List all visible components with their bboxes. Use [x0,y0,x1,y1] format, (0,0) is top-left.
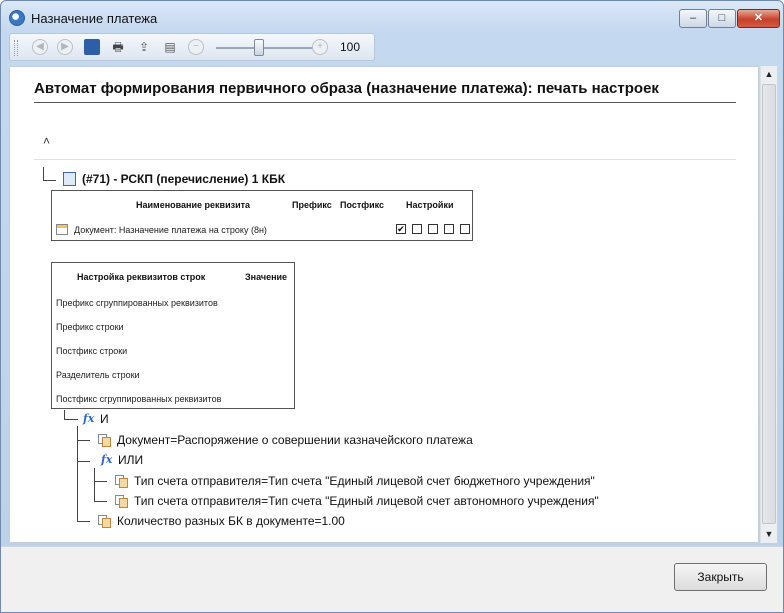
table-row: Префикс строки [56,322,124,332]
and-label: И [100,412,109,426]
column-header-setting: Настройка реквизитов строк [77,272,206,282]
column-header-postfix: Постфикс [340,200,385,210]
grid-icon [56,224,68,235]
zoom-slider-track[interactable] [216,47,316,49]
vertical-scrollbar[interactable]: ▲ ▼ [760,66,777,543]
app-icon [9,10,25,26]
condition-icon [98,515,112,528]
function-icon: fx [83,412,95,425]
function-icon: fx [101,453,113,466]
tree-line [43,167,44,181]
minimize-button[interactable]: – [679,9,707,28]
scrollbar-thumb[interactable] [762,84,776,524]
tree-line [94,501,107,502]
condition-item: Количество разных БК в документе=1.00 [117,514,345,528]
tree-line [77,461,90,462]
scroll-up-icon[interactable]: ▲ [761,66,777,82]
settings-checkbox[interactable]: ✔ [396,224,406,234]
page-setup-icon[interactable]: ▤ [162,39,178,55]
zoom-in-icon[interactable]: + [312,39,328,55]
condition-item: Тип счета отправителя=Тип счета "Единый … [134,474,595,488]
tree-line [94,468,95,502]
tree-line [77,521,90,522]
report-toolbar: ◀ ▶ 🖶 ⇪ ▤ − + 100 [9,33,375,61]
column-header-value: Значение [245,272,288,282]
zoom-value: 100 [340,40,361,54]
dialog-footer: Закрыть [1,546,783,612]
zoom-slider-thumb[interactable] [254,39,264,56]
title-bar: Назначение платежа – □ ✕ [1,1,783,33]
or-label: ИЛИ [118,453,144,467]
settings-checkbox[interactable] [428,224,438,234]
settings-checkbox[interactable] [460,224,470,234]
table-row: Префикс сгруппированных реквизитов [56,298,218,308]
node-title: (#71) - РСКП (перечисление) 1 КБК [82,172,286,186]
payment-purpose-window: Назначение платежа – □ ✕ ◀ ▶ 🖶 ⇪ ▤ − + 1… [0,0,784,613]
section-divider [34,159,736,160]
column-header-settings: Настройки [406,200,454,210]
tree-line [64,419,78,420]
close-button[interactable]: Закрыть [674,563,767,591]
document-icon [63,172,76,186]
condition-icon [115,475,129,488]
window-title: Назначение платежа [31,11,158,26]
settings-checkbox[interactable] [444,224,454,234]
condition-icon [115,495,129,508]
tree-line [94,481,107,482]
back-icon[interactable]: ◀ [32,39,48,55]
zoom-out-icon[interactable]: − [188,39,204,55]
maximize-button[interactable]: □ [708,9,736,28]
table-row: Разделитель строки [56,370,140,380]
column-header-attribute: Наименование реквизита [136,200,251,210]
tree-line [77,440,90,441]
title-divider [34,102,736,103]
condition-icon [98,434,112,447]
condition-item: Тип счета отправителя=Тип счета "Единый … [134,494,599,508]
condition-item: Документ=Распоряжение о совершении казна… [117,433,473,447]
close-window-button[interactable]: ✕ [737,9,780,28]
collapse-chevron-icon[interactable]: ˄ [43,134,50,148]
row-settings-table: Настройка реквизитов строк Значение Преф… [51,262,295,409]
settings-checkbox[interactable] [412,224,422,234]
report-content: Автомат формирования первичного образа (… [9,66,759,543]
forward-icon[interactable]: ▶ [57,39,73,55]
table-row: Постфикс сгруппированных реквизитов [56,394,222,404]
attributes-table: Наименование реквизита Префикс Постфикс … [51,190,473,241]
save-icon[interactable] [84,39,100,55]
tree-line [43,180,56,181]
table-row: Документ: Назначение платежа на строку (… [74,225,267,235]
toolbar-grip-icon[interactable] [14,40,18,56]
export-icon[interactable]: ⇪ [136,39,152,55]
scroll-down-icon[interactable]: ▼ [761,526,777,542]
column-header-prefix: Префикс [292,200,332,210]
print-icon[interactable]: 🖶 [110,39,126,55]
table-row: Постфикс строки [56,346,128,356]
report-title: Автомат формирования первичного образа (… [34,80,659,97]
